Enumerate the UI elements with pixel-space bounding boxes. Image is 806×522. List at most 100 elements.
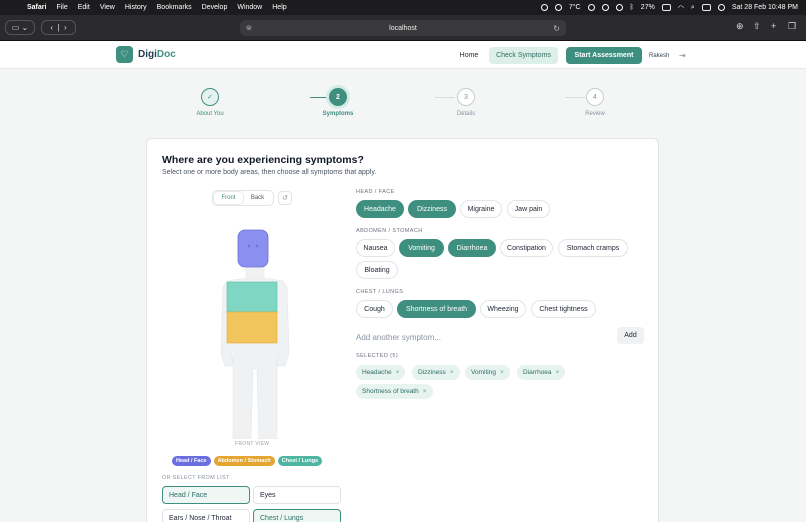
menu-edit[interactable]: Edit (78, 4, 90, 11)
chip-shortness-of-breath[interactable]: Shortness of breath (397, 300, 476, 318)
remove-icon[interactable]: × (556, 369, 560, 376)
abdomen-region[interactable] (226, 311, 278, 344)
tag-label: Vomiting (471, 369, 496, 376)
area-chest-lungs[interactable]: Chest / Lungs (253, 509, 341, 522)
chest-region[interactable] (226, 281, 278, 313)
url-text: localhost (389, 24, 417, 32)
clock-text[interactable]: Sat 28 Feb 10:48 PM (732, 4, 798, 11)
downloads-icon[interactable]: ⊕ (736, 21, 744, 32)
step-about-you[interactable]: ✓ About You (180, 88, 240, 117)
step-label: Details (456, 111, 476, 117)
page-menu-icon[interactable]: ⊜ (246, 24, 252, 32)
search-icon[interactable]: ⌕ (691, 4, 695, 12)
step-number: 2 (329, 88, 347, 106)
chip-constipation[interactable]: Constipation (500, 239, 553, 257)
macos-menubar: Safari File Edit View History Bookmarks … (0, 0, 806, 15)
area-eyes[interactable]: Eyes (253, 486, 341, 504)
tab-overview-icon[interactable]: ❐ (788, 21, 796, 32)
chip-migraine[interactable]: Migraine (460, 200, 502, 218)
legend-abdomen[interactable]: Abdomen / Stomach (213, 456, 275, 466)
eye-mark (255, 244, 259, 248)
nav-home-link[interactable]: Home (453, 47, 485, 64)
chip-dizziness[interactable]: Dizziness (408, 200, 456, 218)
area-ears-nose-throat[interactable]: Ears / Nose / Throat (162, 509, 250, 522)
start-assessment-button[interactable]: Start Assessment (566, 47, 642, 64)
logo-text-digi: Digi (138, 49, 157, 60)
step-review[interactable]: 4 Review (565, 88, 625, 117)
group-chest-label: CHEST / LUNGS (356, 289, 404, 295)
body-map (220, 229, 290, 439)
browser-toolbar: ▭ ⌄ ‹ | › ⊜ localhost ↻ ⊕ ⇧ + ❐ (0, 15, 806, 41)
chip-nausea[interactable]: Nausea (356, 239, 395, 257)
menu-app[interactable]: Safari (27, 4, 46, 11)
chip-vomiting[interactable]: Vomiting (399, 239, 444, 257)
record-icon[interactable] (601, 4, 609, 11)
status-icon[interactable] (587, 4, 595, 11)
area-head-face[interactable]: Head / Face (162, 486, 250, 504)
front-view-button[interactable]: Front (214, 192, 243, 204)
nav-check-symptoms-link[interactable]: Check Symptoms (489, 47, 558, 64)
menu-help[interactable]: Help (272, 4, 286, 11)
logo-text-doc: Doc (156, 49, 176, 60)
step-details[interactable]: 3 Details (436, 88, 496, 117)
step-label: Review (585, 111, 605, 117)
back-view-button[interactable]: Back (243, 192, 272, 204)
step-check-icon: ✓ (201, 88, 219, 106)
bluetooth-icon[interactable]: ᛒ (630, 4, 634, 11)
chip-headache[interactable]: Headache (356, 200, 404, 218)
status-icon[interactable] (540, 4, 548, 11)
group-abdomen-label: ABDOMEN / STOMACH (356, 228, 423, 234)
step-symptoms[interactable]: 2 Symptoms (308, 88, 368, 117)
add-symptom-input[interactable]: Add another symptom... (356, 328, 610, 346)
eye-mark (247, 244, 251, 248)
menu-bookmarks[interactable]: Bookmarks (157, 4, 192, 11)
chip-cough[interactable]: Cough (356, 300, 393, 318)
menu-window[interactable]: Window (237, 4, 262, 11)
sidebar-toggle-button[interactable]: ▭ ⌄ (5, 20, 35, 35)
battery-icon[interactable] (661, 4, 671, 11)
weather-text[interactable]: 7°C (569, 4, 581, 11)
menu-develop[interactable]: Develop (202, 4, 228, 11)
chip-chest-tightness[interactable]: Chest tightness (531, 300, 596, 318)
sync-icon[interactable] (554, 4, 562, 11)
new-tab-icon[interactable]: + (771, 21, 776, 31)
legend-head[interactable]: Head / Face (172, 456, 211, 466)
back-forward-buttons[interactable]: ‹ | › (41, 20, 76, 35)
reset-icon[interactable]: ↺ (278, 191, 292, 205)
step-label: About You (196, 111, 224, 117)
legend-chest[interactable]: Chest / Lungs (277, 456, 323, 466)
chip-diarrhoea[interactable]: Diarrhoea (448, 239, 496, 257)
head-region[interactable] (237, 229, 269, 268)
selected-tag-dizziness: Dizziness × (412, 365, 460, 380)
front-back-toggle: Front Back (212, 190, 274, 206)
menu-history[interactable]: History (125, 4, 147, 11)
selected-count-label: SELECTED (5) (356, 353, 399, 359)
remove-icon[interactable]: × (423, 388, 427, 395)
chip-stomach-cramps[interactable]: Stomach cramps (558, 239, 628, 257)
wifi-icon[interactable]: ◠ (678, 4, 684, 12)
chip-wheezing[interactable]: Wheezing (480, 300, 526, 318)
card-title: Where are you experiencing symptoms? (162, 154, 364, 166)
remove-icon[interactable]: × (500, 369, 504, 376)
siri-icon[interactable] (717, 4, 725, 11)
add-symptom-button[interactable]: Add (617, 327, 644, 344)
reload-icon[interactable]: ↻ (553, 24, 560, 33)
tag-label: Dizziness (418, 369, 446, 376)
logout-icon[interactable]: ⇥ (679, 51, 686, 60)
progress-stepper: ✓ About You 2 Symptoms 3 Details 4 Revie… (0, 85, 806, 125)
menu-view[interactable]: View (100, 4, 115, 11)
address-bar[interactable]: ⊜ localhost ↻ (240, 20, 566, 36)
remove-icon[interactable]: × (396, 369, 400, 376)
chip-bloating[interactable]: Bloating (356, 261, 398, 279)
status-icon[interactable] (615, 4, 623, 11)
control-center-icon[interactable] (701, 4, 711, 11)
step-number: 4 (586, 88, 604, 106)
share-icon[interactable]: ⇧ (753, 21, 761, 32)
step-number: 3 (457, 88, 475, 106)
battery-text: 27% (640, 4, 655, 11)
logo[interactable]: ♡ DigiDoc (116, 46, 176, 63)
remove-icon[interactable]: × (450, 369, 454, 376)
menu-file[interactable]: File (56, 4, 67, 11)
selected-tag-diarrhoea: Diarrhoea × (517, 365, 566, 380)
chip-jaw-pain[interactable]: Jaw pain (507, 200, 550, 218)
